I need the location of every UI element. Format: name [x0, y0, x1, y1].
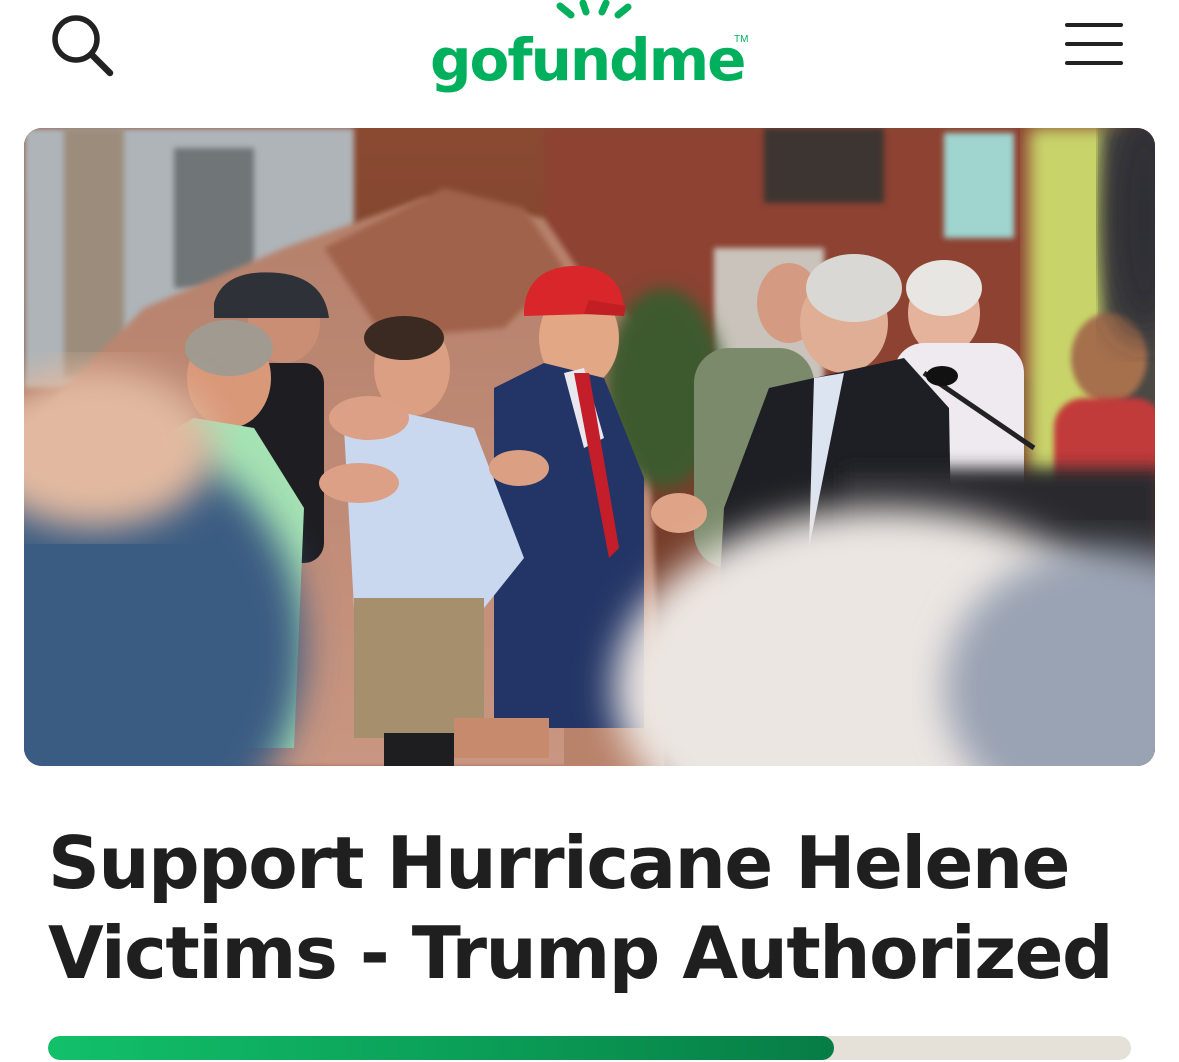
logo-wordmark: gofundme: [430, 26, 746, 94]
trademark-mark: TM: [734, 34, 749, 45]
hero-photo: [24, 128, 1155, 766]
site-header: gofundme TM: [0, 0, 1179, 110]
campaign-title-line1: Support Hurricane Helene: [48, 821, 1070, 905]
campaign-title: Support Hurricane Helene Victims - Trump…: [48, 818, 1148, 998]
gofundme-logo[interactable]: gofundme TM: [428, 0, 758, 105]
menu-button[interactable]: [1063, 20, 1127, 70]
search-button[interactable]: [48, 12, 118, 82]
search-icon: [52, 15, 114, 77]
campaign-hero-image: [24, 128, 1155, 766]
donation-progress-fill: [48, 1036, 835, 1060]
donation-progress-bar: [48, 1036, 1131, 1060]
hamburger-menu-icon: [1065, 23, 1123, 65]
campaign-title-line2: Victims - Trump Authorized: [48, 911, 1114, 995]
